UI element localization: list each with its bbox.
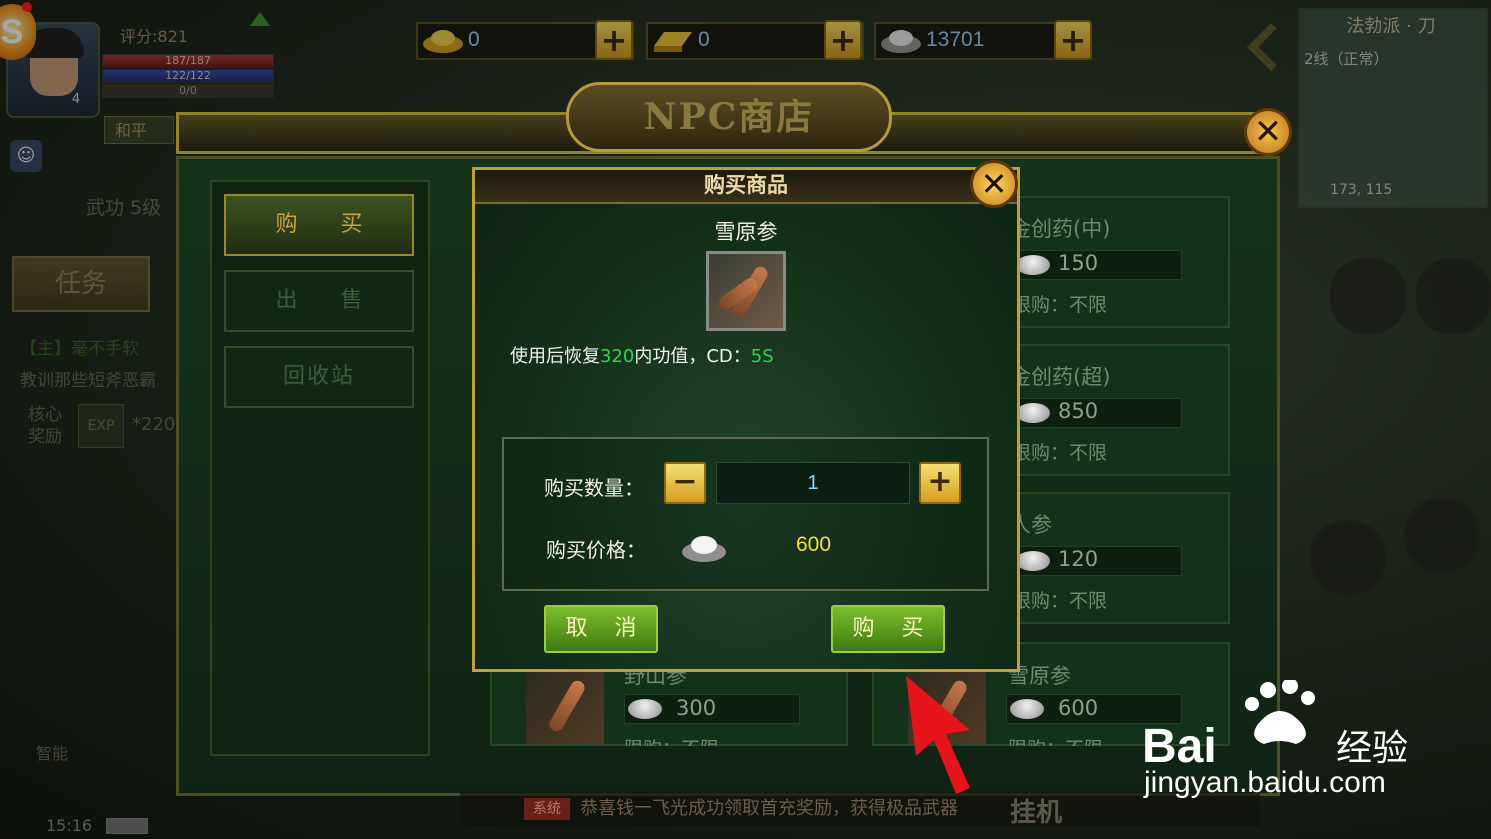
shop-nav-panel [210, 180, 430, 756]
desc-mid: 内功值，CD： [634, 346, 751, 367]
system-notice-bar: 恭喜钱一飞光成功领取首充奖励，获得极品武器 [460, 792, 1260, 826]
shop-item-price: 300 [676, 696, 717, 720]
shop-close-button[interactable]: ✕ [1244, 108, 1292, 156]
silver-coin-icon [1016, 403, 1050, 423]
ginseng-icon [526, 664, 604, 744]
decrease-quantity-button[interactable]: − [664, 462, 706, 504]
purchase-dialog-title: 购买商品 [704, 173, 788, 197]
shop-item-limit: 限购：不限 [1012, 442, 1108, 464]
shop-item-name: 金创药(超) [1010, 365, 1111, 389]
svg-text:Bai: Bai [1142, 720, 1217, 770]
ginseng-icon [706, 251, 786, 331]
tab-buy[interactable]: 购 买 [224, 194, 414, 256]
quantity-input[interactable]: 1 [716, 462, 910, 504]
shop-item-price: 150 [1058, 251, 1099, 275]
cancel-button[interactable]: 取 消 [544, 605, 658, 653]
buy-button[interactable]: 购 买 [831, 605, 945, 653]
shop-item-limit: 限购：不限 [1012, 590, 1108, 612]
purchase-form [502, 437, 989, 591]
tab-recycle[interactable]: 回收站 [224, 346, 414, 408]
red-pointer-arrow-icon [906, 676, 970, 794]
shop-item-price: 850 [1058, 399, 1099, 423]
system-notice-text: 恭喜钱一飞光成功领取首充奖励，获得极品武器 [580, 798, 958, 819]
item-name: 雪原参 [714, 220, 778, 244]
watermark-url: jingyan.baidu.com [1144, 766, 1386, 799]
silver-ingot-icon [682, 536, 726, 562]
desc-cd: 5S [750, 346, 774, 367]
shop-item-name: 金创药(中) [1010, 217, 1111, 241]
shop-item-limit: 限购：不限 [1008, 734, 1103, 746]
auto-battle-button[interactable]: 挂机 [1010, 792, 1062, 829]
shop-item-limit: 限购：不限 [624, 734, 719, 746]
silver-coin-icon [1016, 551, 1050, 571]
shop-item-limit: 限购：不限 [1012, 294, 1108, 316]
silver-coin-icon [1010, 699, 1044, 719]
item-description: 使用后恢复320内功值，CD：5S [510, 342, 774, 368]
dialog-close-button[interactable]: ✕ [970, 160, 1018, 208]
baidu-paw-logo-icon: Bai 经验 [1142, 680, 1408, 770]
ginseng-root [546, 678, 588, 734]
price-label: 购买价格： [546, 538, 646, 562]
desc-prefix: 使用后恢复 [510, 346, 600, 367]
quantity-label: 购买数量： [544, 476, 644, 500]
silver-coin-icon [1016, 255, 1050, 275]
desc-value: 320 [600, 346, 635, 367]
shop-item-price: 120 [1058, 547, 1099, 571]
increase-quantity-button[interactable]: + [919, 462, 961, 504]
svg-text:经验: 经验 [1336, 728, 1408, 769]
shop-item-price: 600 [1058, 696, 1099, 720]
tab-sell[interactable]: 出 售 [224, 270, 414, 332]
system-notice-tag: 系统 [524, 798, 570, 820]
silver-coin-icon [628, 699, 662, 719]
shop-title: NPC商店 [643, 96, 815, 138]
total-price: 600 [796, 533, 832, 556]
